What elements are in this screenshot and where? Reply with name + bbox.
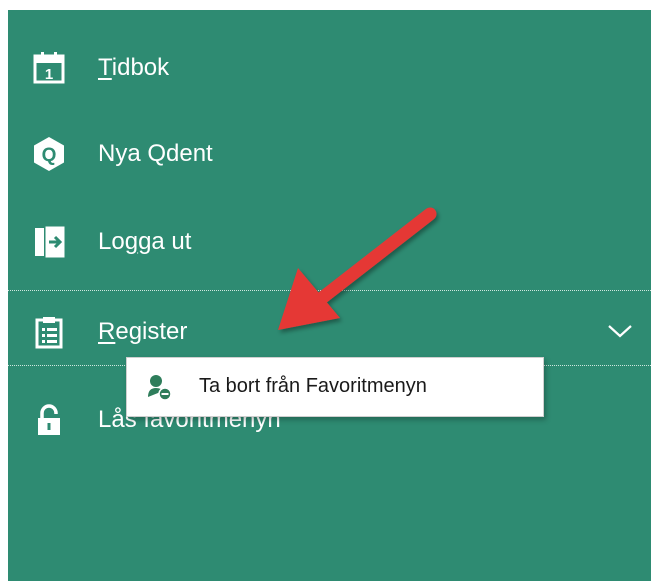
- svg-text:1: 1: [45, 66, 53, 83]
- svg-text:Q: Q: [42, 145, 57, 166]
- qdent-logo-icon: Q: [30, 135, 68, 173]
- menu-item-logga-ut-label: Logga ut: [98, 228, 192, 255]
- favorites-menu-panel: 1 Tidbok Q Nya Qdent Logga ut Register L…: [8, 10, 651, 581]
- menu-item-register[interactable]: Register: [8, 304, 651, 360]
- menu-item-logga-ut[interactable]: Logga ut: [8, 214, 651, 270]
- menu-item-tidbok[interactable]: 1 Tidbok: [8, 40, 651, 96]
- screenshot-frame: 1 Tidbok Q Nya Qdent Logga ut Register L…: [0, 0, 651, 581]
- chevron-down-icon[interactable]: [607, 320, 633, 342]
- calendar-icon: 1: [30, 49, 68, 87]
- menu-item-nya-qdent-label: Nya Qdent: [98, 140, 213, 167]
- menu-item-register-label: Register: [98, 318, 188, 345]
- remove-from-favorites-menu-item[interactable]: Ta bort från Favoritmenyn: [127, 358, 543, 416]
- logout-icon: [30, 223, 68, 261]
- menu-item-nya-qdent[interactable]: Q Nya Qdent: [8, 126, 651, 182]
- menu-item-tidbok-label: Tidbok: [98, 54, 170, 81]
- context-menu: Ta bort från Favoritmenyn: [126, 357, 544, 417]
- context-menu-label: Ta bort från Favoritmenyn: [199, 375, 427, 397]
- clipboard-icon: [30, 313, 68, 351]
- lock-icon: [30, 401, 68, 439]
- remove-favorite-icon: [148, 375, 172, 401]
- menu-divider: [8, 290, 651, 291]
